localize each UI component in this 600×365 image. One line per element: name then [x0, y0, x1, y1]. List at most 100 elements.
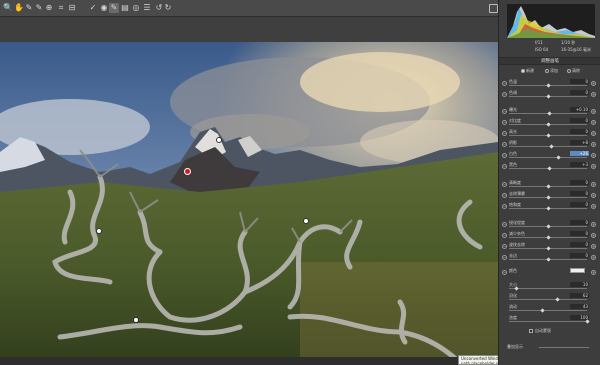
export-icon[interactable]	[489, 4, 498, 13]
plus-icon[interactable]: +	[591, 222, 596, 227]
adjustment-pin[interactable]	[96, 228, 102, 234]
plus-icon[interactable]: +	[591, 193, 596, 198]
slider-thumb[interactable]	[540, 308, 545, 313]
minus-icon[interactable]: −	[502, 244, 507, 249]
plus-icon[interactable]: +	[591, 153, 596, 158]
targeted-adjustment-icon[interactable]: ⊕	[44, 3, 54, 13]
slider-value-field[interactable]: 0	[570, 253, 589, 258]
crop-tool-icon[interactable]: ⌗	[56, 3, 66, 13]
slider-thumb[interactable]	[545, 224, 551, 229]
slider-thumb[interactable]	[545, 184, 551, 189]
minus-icon[interactable]: −	[502, 131, 507, 136]
plus-icon[interactable]: +	[591, 81, 596, 86]
plus-icon[interactable]: +	[591, 182, 596, 187]
slider-value-field[interactable]: 0	[570, 90, 589, 95]
slider-value-field[interactable]: 0	[570, 231, 589, 236]
mode-option[interactable]: 新建	[521, 67, 534, 75]
adjustment-pin[interactable]	[133, 317, 139, 323]
color-toggle-icon[interactable]: −	[502, 270, 507, 275]
slider-value-field[interactable]: +0.10	[570, 107, 589, 112]
plus-icon[interactable]: +	[591, 142, 596, 147]
slider-thumb[interactable]	[545, 235, 551, 240]
slider-thumb[interactable]	[555, 297, 560, 302]
slider-thumb[interactable]	[547, 166, 552, 171]
slider-value-field[interactable]: 43	[570, 304, 589, 309]
plus-icon[interactable]: +	[591, 120, 596, 125]
plus-icon[interactable]: +	[591, 255, 596, 260]
slider-track[interactable]	[509, 157, 587, 158]
minus-icon[interactable]: −	[502, 109, 507, 114]
slider-value-field[interactable]: 0	[570, 202, 589, 207]
slider-track[interactable]	[509, 146, 587, 147]
slider-thumb[interactable]	[545, 94, 551, 99]
plus-icon[interactable]: +	[591, 244, 596, 249]
radio-icon[interactable]	[521, 69, 525, 73]
minus-icon[interactable]: −	[502, 120, 507, 125]
minus-icon[interactable]: −	[502, 182, 507, 187]
red-eye-icon[interactable]: ◉	[99, 3, 109, 13]
slider-thumb[interactable]	[545, 195, 551, 200]
adjustment-pin[interactable]	[303, 218, 309, 224]
radio-icon[interactable]	[545, 69, 549, 73]
color-sampler-icon[interactable]: ✎	[34, 3, 44, 13]
minus-icon[interactable]: −	[502, 204, 507, 209]
white-balance-icon[interactable]: ✎	[24, 3, 34, 13]
slider-value-field[interactable]: 10	[570, 282, 589, 287]
plus-icon[interactable]: +	[591, 109, 596, 114]
slider-value-field[interactable]: 0	[570, 118, 589, 123]
color-swatch[interactable]	[570, 268, 585, 273]
adjustment-pin[interactable]	[216, 137, 222, 143]
slider-thumb[interactable]	[547, 111, 552, 116]
plus-icon[interactable]: +	[591, 164, 596, 169]
slider-thumb[interactable]	[545, 122, 551, 127]
slider-track[interactable]	[509, 299, 587, 300]
minus-icon[interactable]: −	[502, 164, 507, 169]
mode-option[interactable]: 添加	[545, 67, 558, 75]
straighten-tool-icon[interactable]: ⊟	[67, 3, 77, 13]
photo-preview[interactable]	[0, 42, 498, 365]
adjustment-pin-active[interactable]	[184, 168, 191, 175]
slider-thumb[interactable]	[545, 206, 551, 211]
minus-icon[interactable]: −	[502, 142, 507, 147]
slider-thumb[interactable]	[545, 246, 551, 251]
auto-mask-row[interactable]: 自动蒙版	[529, 328, 551, 334]
color-more-icon[interactable]: +	[591, 270, 596, 275]
slider-value-field[interactable]: +26	[570, 151, 589, 156]
slider-value-field[interactable]: 0	[570, 220, 589, 225]
slider-thumb[interactable]	[545, 83, 551, 88]
slider-value-field[interactable]: 0	[570, 242, 589, 247]
auto-mask-checkbox[interactable]	[529, 329, 533, 333]
slider-value-field[interactable]: 0	[570, 129, 589, 134]
slider-value-field[interactable]: 0	[570, 79, 589, 84]
slider-value-field[interactable]: +3	[570, 162, 589, 167]
plus-icon[interactable]: +	[591, 131, 596, 136]
minus-icon[interactable]: −	[502, 153, 507, 158]
radial-filter-icon[interactable]: ◎	[131, 3, 141, 13]
rotate-cw-icon[interactable]: ↻	[163, 3, 173, 13]
preferences-icon[interactable]: ☰	[142, 3, 152, 13]
minus-icon[interactable]: −	[502, 193, 507, 198]
slider-thumb[interactable]	[556, 155, 561, 160]
slider-value-field[interactable]: 0	[570, 180, 589, 185]
plus-icon[interactable]: +	[591, 204, 596, 209]
minus-icon[interactable]: −	[502, 222, 507, 227]
graduated-filter-icon[interactable]: ▤	[120, 3, 130, 13]
slider-thumb[interactable]	[545, 257, 551, 262]
minus-icon[interactable]: −	[502, 233, 507, 238]
zoom-tool-icon[interactable]: 🔍	[3, 3, 13, 13]
slider-thumb[interactable]	[584, 319, 590, 324]
hand-tool-icon[interactable]: ✋	[14, 3, 24, 13]
slider-thumb[interactable]	[548, 144, 554, 149]
slider-value-field[interactable]: 0	[570, 191, 589, 196]
mode-option[interactable]: 清除	[567, 67, 580, 75]
slider-thumb[interactable]	[514, 286, 519, 291]
plus-icon[interactable]: +	[591, 92, 596, 97]
slider-thumb[interactable]	[545, 133, 551, 138]
adjustment-brush-icon[interactable]: ✎	[109, 3, 119, 13]
overlay-track[interactable]	[539, 347, 589, 348]
slider-value-field[interactable]: +8	[570, 140, 589, 145]
slider-track[interactable]	[509, 310, 587, 311]
plus-icon[interactable]: +	[591, 233, 596, 238]
minus-icon[interactable]: −	[502, 81, 507, 86]
minus-icon[interactable]: −	[502, 92, 507, 97]
